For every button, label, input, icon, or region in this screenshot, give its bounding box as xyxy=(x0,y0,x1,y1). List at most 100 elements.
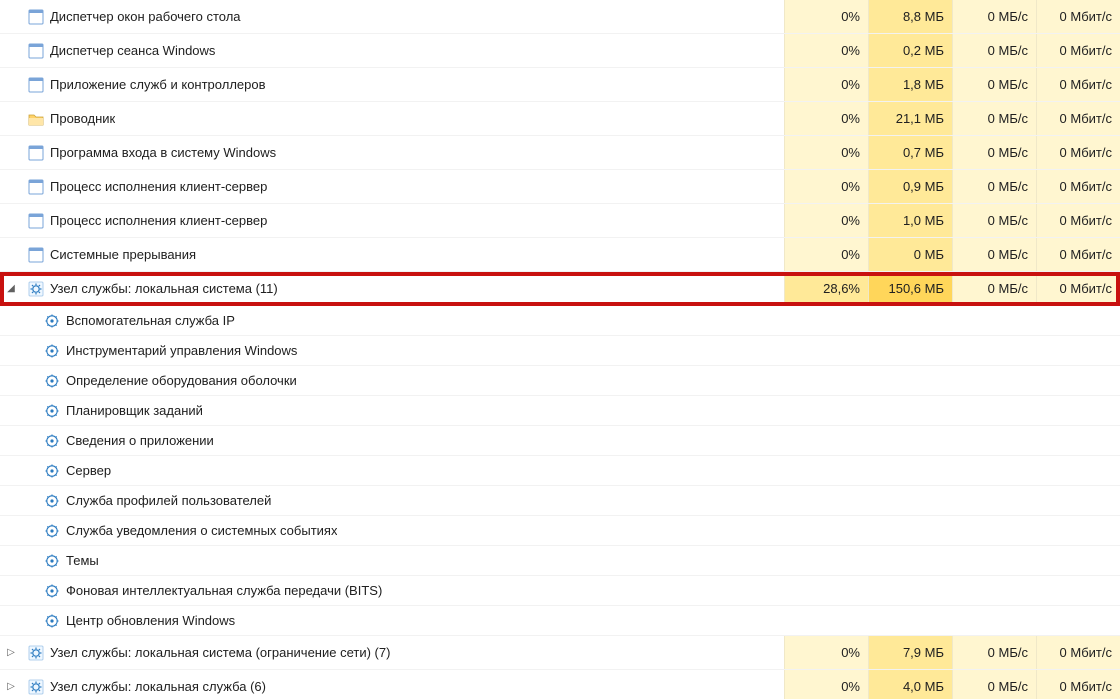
process-row[interactable]: Программа входа в систему Windows0%0,7 М… xyxy=(0,136,1120,170)
net-cell: 0 Мбит/с xyxy=(1036,204,1120,237)
process-name-label: Процесс исполнения клиент-сервер xyxy=(50,179,267,194)
blank net-cell xyxy=(1036,576,1120,605)
blank net-cell xyxy=(1036,516,1120,545)
process-name-label: Вспомогательная служба IP xyxy=(66,313,235,328)
service-child-row[interactable]: Служба уведомления о системных событиях xyxy=(0,516,1120,546)
service-child-row[interactable]: Вспомогательная служба IP xyxy=(0,306,1120,336)
blank net-cell xyxy=(1036,306,1120,335)
cpu-cell: 0% xyxy=(784,102,868,135)
process-name-label: Проводник xyxy=(50,111,115,126)
service-icon xyxy=(44,493,60,509)
cpu-cell: 0% xyxy=(784,34,868,67)
blank disk-cell xyxy=(952,306,1036,335)
blank cpu-cell xyxy=(784,576,868,605)
process-name-label: Диспетчер окон рабочего стола xyxy=(50,9,241,24)
net-cell: 0 Мбит/с xyxy=(1036,238,1120,271)
blank mem-cell xyxy=(868,306,952,335)
process-row[interactable]: Системные прерывания0%0 МБ0 МБ/c0 Мбит/с xyxy=(0,238,1120,272)
process-name-label: Инструментарий управления Windows xyxy=(66,343,297,358)
app-icon xyxy=(28,213,44,229)
disk-cell: 0 МБ/c xyxy=(952,204,1036,237)
blank mem-cell xyxy=(868,516,952,545)
name-cell: Процесс исполнения клиент-сервер xyxy=(18,213,784,229)
net-cell: 0 Мбит/с xyxy=(1036,136,1120,169)
mem-cell: 0,2 МБ xyxy=(868,34,952,67)
gear-icon xyxy=(28,645,44,661)
name-cell: Планировщик заданий xyxy=(18,403,784,419)
blank cpu-cell xyxy=(784,336,868,365)
process-row[interactable]: ▷Узел службы: локальная система (огранич… xyxy=(0,636,1120,670)
blank mem-cell xyxy=(868,396,952,425)
process-row[interactable]: ▷Узел службы: локальная служба (6)0%4,0 … xyxy=(0,670,1120,699)
task-manager-process-list[interactable]: Диспетчер окон рабочего стола0%8,8 МБ0 М… xyxy=(0,0,1120,699)
process-row[interactable]: Диспетчер окон рабочего стола0%8,8 МБ0 М… xyxy=(0,0,1120,34)
process-row[interactable]: Процесс исполнения клиент-сервер0%0,9 МБ… xyxy=(0,170,1120,204)
net-cell: 0 Мбит/с xyxy=(1036,68,1120,101)
blank disk-cell xyxy=(952,576,1036,605)
service-child-row[interactable]: Сведения о приложении xyxy=(0,426,1120,456)
disk-cell: 0 МБ/c xyxy=(952,272,1036,305)
process-name-label: Системные прерывания xyxy=(50,247,196,262)
cpu-cell: 0% xyxy=(784,136,868,169)
service-icon xyxy=(44,613,60,629)
mem-cell: 4,0 МБ xyxy=(868,670,952,699)
process-row[interactable]: Диспетчер сеанса Windows0%0,2 МБ0 МБ/c0 … xyxy=(0,34,1120,68)
name-cell: Служба уведомления о системных событиях xyxy=(18,523,784,539)
service-child-row[interactable]: Служба профилей пользователей xyxy=(0,486,1120,516)
cpu-cell: 0% xyxy=(784,636,868,669)
app-icon xyxy=(28,179,44,195)
net-cell: 0 Мбит/с xyxy=(1036,0,1120,33)
net-cell: 0 Мбит/с xyxy=(1036,272,1120,305)
expander-collapsed-icon[interactable]: ▷ xyxy=(4,680,18,694)
blank disk-cell xyxy=(952,336,1036,365)
app-icon xyxy=(28,43,44,59)
service-child-row[interactable]: Определение оборудования оболочки xyxy=(0,366,1120,396)
disk-cell: 0 МБ/c xyxy=(952,34,1036,67)
expander-collapsed-icon[interactable]: ▷ xyxy=(4,646,18,660)
service-child-row[interactable]: Темы xyxy=(0,546,1120,576)
process-name-label: Центр обновления Windows xyxy=(66,613,235,628)
process-row[interactable]: ◢Узел службы: локальная система (11)28,6… xyxy=(0,272,1120,306)
blank net-cell xyxy=(1036,366,1120,395)
service-child-row[interactable]: Сервер xyxy=(0,456,1120,486)
blank cpu-cell xyxy=(784,546,868,575)
service-icon xyxy=(44,313,60,329)
process-name-label: Программа входа в систему Windows xyxy=(50,145,276,160)
blank net-cell xyxy=(1036,486,1120,515)
process-row[interactable]: Проводник0%21,1 МБ0 МБ/c0 Мбит/с xyxy=(0,102,1120,136)
app-icon xyxy=(28,9,44,25)
service-child-row[interactable]: Фоновая интеллектуальная служба передачи… xyxy=(0,576,1120,606)
name-cell: Сервер xyxy=(18,463,784,479)
blank mem-cell xyxy=(868,606,952,635)
name-cell: Диспетчер сеанса Windows xyxy=(18,43,784,59)
name-cell: Узел службы: локальная система (ограниче… xyxy=(18,645,784,661)
app-icon xyxy=(28,77,44,93)
disk-cell: 0 МБ/c xyxy=(952,170,1036,203)
process-name-label: Служба уведомления о системных событиях xyxy=(66,523,337,538)
name-cell: Темы xyxy=(18,553,784,569)
process-name-label: Фоновая интеллектуальная служба передачи… xyxy=(66,583,382,598)
process-row[interactable]: Приложение служб и контроллеров0%1,8 МБ0… xyxy=(0,68,1120,102)
net-cell: 0 Мбит/с xyxy=(1036,670,1120,699)
blank disk-cell xyxy=(952,396,1036,425)
blank net-cell xyxy=(1036,606,1120,635)
service-child-row[interactable]: Инструментарий управления Windows xyxy=(0,336,1120,366)
process-row[interactable]: Процесс исполнения клиент-сервер0%1,0 МБ… xyxy=(0,204,1120,238)
net-cell: 0 Мбит/с xyxy=(1036,636,1120,669)
service-icon xyxy=(44,463,60,479)
mem-cell: 8,8 МБ xyxy=(868,0,952,33)
cpu-cell: 0% xyxy=(784,238,868,271)
service-child-row[interactable]: Центр обновления Windows xyxy=(0,606,1120,636)
mem-cell: 150,6 МБ xyxy=(868,272,952,305)
mem-cell: 1,0 МБ xyxy=(868,204,952,237)
gear-icon xyxy=(28,281,44,297)
gear-icon xyxy=(28,679,44,695)
service-child-row[interactable]: Планировщик заданий xyxy=(0,396,1120,426)
expander-expanded-icon[interactable]: ◢ xyxy=(4,282,18,296)
mem-cell: 0 МБ xyxy=(868,238,952,271)
blank cpu-cell xyxy=(784,426,868,455)
blank cpu-cell xyxy=(784,366,868,395)
blank net-cell xyxy=(1036,546,1120,575)
blank net-cell xyxy=(1036,426,1120,455)
name-cell: Инструментарий управления Windows xyxy=(18,343,784,359)
